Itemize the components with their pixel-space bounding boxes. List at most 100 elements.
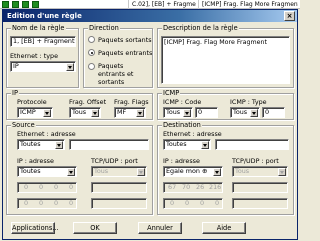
- frag-flags-value: MF: [117, 108, 127, 116]
- frag-flags-label: Frag. Flags: [114, 98, 149, 106]
- mask-octet: 0: [39, 199, 44, 207]
- close-button[interactable]: ×: [284, 11, 295, 21]
- destination-ip-address-field[interactable]: 67 70 26 216: [163, 182, 223, 193]
- destination-port-select[interactable]: Tous: [232, 166, 288, 177]
- chevron-down-icon[interactable]: [55, 141, 63, 149]
- ip-octet: 70: [182, 183, 191, 191]
- chevron-down-icon[interactable]: [250, 109, 258, 117]
- ethernet-type-select[interactable]: IP: [10, 61, 76, 72]
- ip-octet: 0: [54, 183, 59, 191]
- rule-enabled-checkbox[interactable]: [22, 1, 29, 8]
- source-ip-select-value: Toutes: [20, 167, 41, 175]
- chevron-down-icon[interactable]: [137, 168, 145, 176]
- chevron-down-icon[interactable]: [91, 109, 99, 117]
- destination-ip-mask-field[interactable]: 0 0 0 0: [163, 198, 223, 209]
- chevron-down-icon[interactable]: [183, 109, 191, 117]
- ethernet-type-label: Ethernet : type: [10, 52, 59, 60]
- source-eth-field[interactable]: [69, 139, 149, 150]
- direction-incoming-radio[interactable]: [88, 49, 95, 56]
- mask-octet: 0: [24, 199, 29, 207]
- chevron-down-icon[interactable]: [278, 168, 286, 176]
- description-field[interactable]: [ICMP] Frag. Flag More Fragment: [161, 36, 290, 84]
- cancel-button[interactable]: Annuler: [138, 222, 182, 234]
- direction-outgoing-radio[interactable]: [88, 36, 95, 43]
- direction-both-label: Paquets entrants et sortants: [98, 62, 134, 86]
- ethernet-type-value: IP: [13, 62, 19, 70]
- chevron-down-icon[interactable]: [213, 168, 221, 176]
- mask-octet: 0: [215, 199, 220, 207]
- icmp-type-select-value: Tous: [233, 108, 248, 116]
- rule-enabled-checkbox[interactable]: [12, 1, 19, 8]
- source-ip-mask-field[interactable]: 0 0 0 0: [17, 198, 77, 209]
- mask-octet: 0: [69, 199, 74, 207]
- rule-name-group: Nom de la règle 1, [EB] + Fragments Ethe…: [6, 24, 79, 88]
- direction-outgoing-label: Paquets sortants: [98, 36, 152, 44]
- direction-both-radio[interactable]: [88, 63, 95, 70]
- mask-octet: 0: [170, 199, 175, 207]
- ip-group: IP Protocole ICMP Frag. Offset Tous Frag…: [6, 89, 153, 120]
- chevron-down-icon[interactable]: [136, 109, 144, 117]
- rule-name-label: Nom de la règle: [11, 24, 66, 33]
- icmp-code-select-value: Tous: [166, 108, 181, 116]
- source-eth-select-value: Toutes: [20, 140, 41, 148]
- ip-octet: 26: [196, 183, 205, 191]
- direction-group: Direction Paquets sortants Paquets entra…: [83, 24, 153, 88]
- source-port-from-field[interactable]: [91, 182, 147, 193]
- source-eth-select[interactable]: Toutes: [17, 139, 65, 150]
- background-rule-name: C.02], [EB] + Fragments: [132, 1, 196, 8]
- rule-name-field[interactable]: 1, [EB] + Fragments: [10, 36, 76, 47]
- destination-ip-select[interactable]: Egale mon ⊕: [163, 166, 223, 177]
- source-ip-address-field[interactable]: 0 0 0 0: [17, 182, 77, 193]
- icmp-code-field[interactable]: 0: [195, 107, 218, 118]
- source-group: Source Ethernet : adresse Toutes IP : ad…: [6, 121, 153, 215]
- help-button[interactable]: Aide: [202, 222, 246, 234]
- rule-enabled-checkbox[interactable]: [2, 1, 9, 8]
- destination-port-to-field[interactable]: [232, 198, 288, 209]
- mask-octet: 0: [54, 199, 59, 207]
- icmp-type-field[interactable]: 0: [262, 107, 285, 118]
- source-port-select[interactable]: Tous: [91, 166, 147, 177]
- icmp-label: ICMP: [162, 89, 181, 98]
- source-ip-select[interactable]: Toutes: [17, 166, 77, 177]
- icmp-type-label: ICMP : Type: [230, 98, 267, 106]
- destination-port-from-field[interactable]: [232, 182, 288, 193]
- source-ip-label: IP : adresse: [17, 157, 54, 165]
- rule-edit-dialog: Edition d'une règle × Nom de la règle 1,…: [2, 9, 298, 240]
- mask-octet: 0: [185, 199, 190, 207]
- ip-octet: 0: [69, 183, 74, 191]
- chevron-down-icon[interactable]: [67, 168, 75, 176]
- chevron-down-icon[interactable]: [66, 63, 74, 71]
- rule-enabled-checkbox[interactable]: [32, 1, 39, 8]
- ip-octet: 67: [168, 183, 177, 191]
- applications-button[interactable]: Applications...: [11, 222, 59, 234]
- destination-eth-field[interactable]: [215, 139, 289, 150]
- background-rule-list: C.02], [EB] + Fragments [ICMP] Frag. Fla…: [0, 0, 300, 9]
- ok-button[interactable]: OK: [73, 222, 117, 234]
- chevron-down-icon[interactable]: [201, 141, 209, 149]
- chevron-down-icon[interactable]: [43, 109, 51, 117]
- ip-octet: 0: [39, 183, 44, 191]
- source-label: Source: [11, 121, 36, 130]
- source-eth-label: Ethernet : adresse: [17, 130, 76, 138]
- destination-eth-label: Ethernet : adresse: [163, 130, 222, 138]
- destination-eth-select-value: Toutes: [166, 140, 187, 148]
- icmp-code-select[interactable]: Tous: [163, 107, 193, 118]
- frag-flags-select[interactable]: MF: [114, 107, 146, 118]
- destination-port-select-value: Tous: [235, 167, 250, 175]
- icmp-type-select[interactable]: Tous: [230, 107, 260, 118]
- protocol-label: Protocole: [17, 98, 47, 106]
- destination-eth-select[interactable]: Toutes: [163, 139, 211, 150]
- protocol-value: ICMP: [20, 108, 36, 116]
- frag-offset-select[interactable]: Tous: [69, 107, 101, 118]
- icmp-code-label: ICMP : Code: [163, 98, 202, 106]
- destination-group: Destination Ethernet : adresse Toutes IP…: [157, 121, 294, 215]
- protocol-select[interactable]: ICMP: [17, 107, 53, 118]
- source-port-to-field[interactable]: [91, 198, 147, 209]
- frag-offset-value: Tous: [72, 108, 87, 116]
- icmp-group: ICMP ICMP : Code Tous 0 ICMP : Type Tous…: [157, 89, 294, 120]
- mask-octet: 0: [200, 199, 205, 207]
- destination-label: Destination: [162, 121, 202, 130]
- source-port-label: TCP/UDP : port: [91, 157, 138, 165]
- source-port-select-value: Tous: [94, 167, 109, 175]
- ip-octet: 0: [24, 183, 29, 191]
